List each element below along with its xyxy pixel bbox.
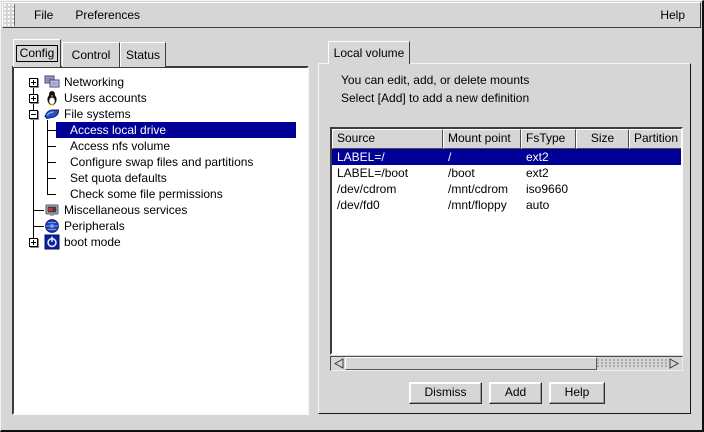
tree-expander-plus[interactable] bbox=[29, 94, 38, 103]
tab-local-volume-label: Local volume bbox=[334, 46, 405, 60]
tree-expander-plus[interactable] bbox=[29, 238, 38, 247]
config-tree: NetworkingUsers accountsFile systemsAcce… bbox=[14, 72, 305, 257]
table-cell: / bbox=[443, 149, 521, 165]
tree-item-networking[interactable]: Networking bbox=[64, 74, 124, 90]
menubar-grip-handle[interactable] bbox=[4, 4, 15, 26]
tab-control-label: Control bbox=[72, 48, 111, 62]
tab-config[interactable]: Config bbox=[13, 39, 61, 67]
horizontal-scrollbar[interactable] bbox=[330, 356, 683, 371]
table-row[interactable]: /dev/fd0/mnt/floppyauto bbox=[332, 197, 681, 213]
table-cell bbox=[629, 149, 683, 165]
table-row[interactable]: LABEL=//ext2 bbox=[332, 149, 681, 165]
tree-item-boot-mode[interactable]: boot mode bbox=[64, 234, 121, 250]
column-header-source[interactable]: Source bbox=[332, 129, 443, 149]
table-cell bbox=[576, 197, 629, 213]
tree-connector-line bbox=[33, 82, 34, 242]
tree-item-configure-swap-files-and-partitions[interactable]: Configure swap files and partitions bbox=[70, 154, 253, 170]
tab-status[interactable]: Status bbox=[120, 42, 166, 67]
column-header-mount-point[interactable]: Mount point bbox=[443, 129, 521, 149]
column-header-size[interactable]: Size bbox=[576, 129, 629, 149]
file-systems-icon bbox=[44, 106, 60, 122]
add-button[interactable]: Add bbox=[489, 382, 542, 404]
mounts-table-body: LABEL=//ext2LABEL=/boot/bootext2/dev/cdr… bbox=[332, 149, 681, 353]
tab-status-label: Status bbox=[126, 48, 160, 62]
table-row[interactable]: /dev/cdrom/mnt/cdromiso9660 bbox=[332, 181, 681, 197]
users-accounts-icon bbox=[44, 90, 60, 106]
tree-connector-line bbox=[47, 162, 56, 163]
column-header-fstype[interactable]: FsType bbox=[521, 129, 576, 149]
peripherals-icon bbox=[44, 218, 60, 234]
mounts-table-header: SourceMount pointFsTypeSizePartition bbox=[332, 129, 681, 149]
tree-expander-plus[interactable] bbox=[29, 78, 38, 87]
table-row[interactable]: LABEL=/boot/bootext2 bbox=[332, 165, 681, 181]
tree-connector-line bbox=[47, 120, 48, 194]
local-volume-panel: You can edit, add, or delete mounts Sele… bbox=[318, 63, 691, 414]
table-cell: LABEL=/ bbox=[332, 149, 443, 165]
menu-file[interactable]: File bbox=[23, 5, 64, 25]
tab-config-label: Config bbox=[16, 45, 59, 62]
tree-item-miscellaneous-services[interactable]: Miscellaneous services bbox=[64, 202, 187, 218]
tree-connector-line bbox=[47, 130, 56, 131]
tree-item-check-some-file-permissions[interactable]: Check some file permissions bbox=[70, 186, 223, 202]
tree-connector-line bbox=[33, 226, 44, 227]
networking-icon bbox=[44, 74, 60, 90]
tree-connector-line bbox=[47, 194, 56, 195]
table-cell: ext2 bbox=[521, 149, 576, 165]
scrollbar-thumb[interactable] bbox=[345, 357, 597, 370]
column-header-partition[interactable]: Partition bbox=[629, 129, 683, 149]
table-cell bbox=[629, 197, 683, 213]
table-cell: /dev/cdrom bbox=[332, 181, 443, 197]
tree-expander-minus[interactable] bbox=[29, 110, 38, 119]
boot-mode-icon bbox=[44, 234, 60, 250]
tree-item-file-systems[interactable]: File systems bbox=[64, 106, 131, 122]
tree-connector-line bbox=[47, 146, 56, 147]
help-button[interactable]: Help bbox=[549, 382, 605, 404]
instruction-line-1: You can edit, add, or delete mounts bbox=[341, 73, 529, 87]
table-cell bbox=[576, 149, 629, 165]
table-cell: iso9660 bbox=[521, 181, 576, 197]
scroll-left-icon[interactable] bbox=[332, 357, 346, 370]
linuxconf-window: FilePreferencesHelp ConfigControlStatus … bbox=[0, 0, 704, 432]
tree-item-peripherals[interactable]: Peripherals bbox=[64, 218, 125, 234]
tree-item-set-quota-defaults[interactable]: Set quota defaults bbox=[70, 170, 167, 186]
instruction-line-2: Select [Add] to add a new definition bbox=[341, 91, 529, 105]
table-cell bbox=[629, 165, 683, 181]
menubar: FilePreferences Help bbox=[2, 2, 701, 28]
table-cell: LABEL=/boot bbox=[332, 165, 443, 181]
mounts-table: SourceMount pointFsTypeSizePartition LAB… bbox=[330, 127, 683, 355]
tree-item-access-nfs-volume[interactable]: Access nfs volume bbox=[70, 138, 170, 154]
tab-control[interactable]: Control bbox=[62, 42, 120, 67]
table-cell bbox=[576, 165, 629, 181]
dismiss-button[interactable]: Dismiss bbox=[409, 382, 482, 404]
tree-connector-line bbox=[47, 178, 56, 179]
tree-item-access-local-drive[interactable]: Access local drive bbox=[70, 122, 166, 138]
table-cell: auto bbox=[521, 197, 576, 213]
tree-connector-line bbox=[33, 210, 44, 211]
config-tree-panel: NetworkingUsers accountsFile systemsAcce… bbox=[12, 66, 309, 415]
table-cell: /boot bbox=[443, 165, 521, 181]
table-cell: ext2 bbox=[521, 165, 576, 181]
scrollbar-track[interactable] bbox=[597, 359, 667, 368]
table-cell bbox=[629, 181, 683, 197]
tab-local-volume[interactable]: Local volume bbox=[328, 41, 410, 64]
table-cell bbox=[576, 181, 629, 197]
tree-item-users-accounts[interactable]: Users accounts bbox=[64, 90, 147, 106]
menu-preferences[interactable]: Preferences bbox=[64, 5, 151, 25]
misc-services-icon bbox=[44, 202, 60, 218]
scroll-right-icon[interactable] bbox=[667, 357, 681, 370]
menu-help[interactable]: Help bbox=[649, 5, 696, 25]
table-cell: /mnt/floppy bbox=[443, 197, 521, 213]
table-cell: /mnt/cdrom bbox=[443, 181, 521, 197]
table-cell: /dev/fd0 bbox=[332, 197, 443, 213]
